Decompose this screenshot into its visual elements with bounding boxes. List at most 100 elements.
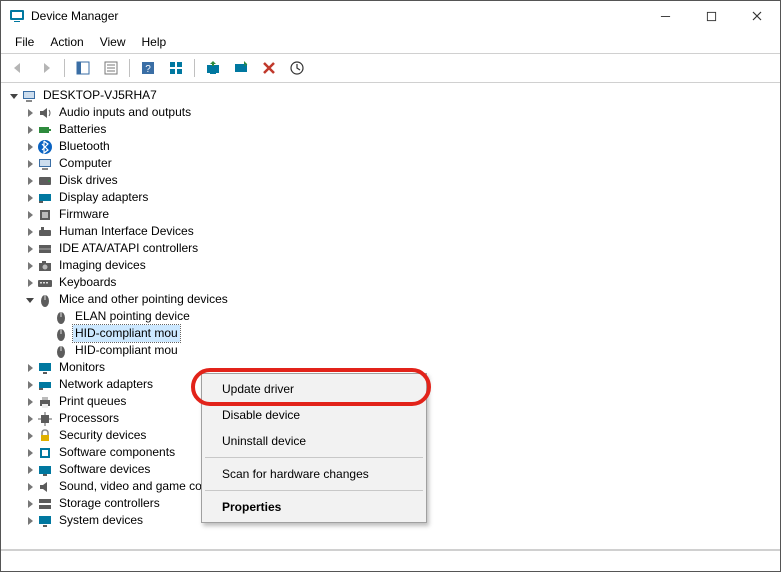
computer-icon: [37, 156, 53, 172]
software-component-icon: [37, 445, 53, 461]
tree-category-hid[interactable]: Human Interface Devices: [5, 223, 780, 240]
show-hide-console-tree-button[interactable]: [70, 56, 96, 80]
context-menu-separator: [205, 457, 423, 458]
expander-closed-icon[interactable]: [23, 429, 37, 443]
context-menu-separator: [205, 490, 423, 491]
mouse-icon: [37, 292, 53, 308]
tree-root[interactable]: DESKTOP-VJ5RHA7: [5, 87, 780, 104]
tree-node-label: ELAN pointing device: [73, 308, 192, 325]
tree-category-bluetooth[interactable]: Bluetooth: [5, 138, 780, 155]
expander-closed-icon[interactable]: [23, 480, 37, 494]
device-manager-window: Device Manager File Action View Help ?: [0, 0, 781, 572]
app-icon: [9, 8, 25, 24]
tree-node-label: HID-compliant mou: [73, 342, 180, 359]
uninstall-device-button[interactable]: [256, 56, 282, 80]
tree-category-imaging[interactable]: Imaging devices: [5, 257, 780, 274]
minimize-button[interactable]: [642, 1, 688, 31]
sound-icon: [37, 479, 53, 495]
help-button[interactable]: ?: [135, 56, 161, 80]
toolbar-separator: [64, 59, 65, 77]
ide-icon: [37, 241, 53, 257]
expander-closed-icon[interactable]: [23, 140, 37, 154]
status-bar: [1, 550, 780, 571]
update-driver-button[interactable]: [200, 56, 226, 80]
expander-closed-icon[interactable]: [23, 395, 37, 409]
expander-closed-icon[interactable]: [23, 361, 37, 375]
tree-node-label: Imaging devices: [57, 257, 148, 274]
tree-category-firmware[interactable]: Firmware: [5, 206, 780, 223]
context-menu-uninstall-device[interactable]: Uninstall device: [204, 428, 424, 454]
computer-icon: [21, 88, 37, 104]
audio-icon: [37, 105, 53, 121]
tree-node-label: Mice and other pointing devices: [57, 291, 230, 308]
window-title: Device Manager: [31, 9, 118, 23]
back-button[interactable]: [5, 56, 31, 80]
tree-category-keyboards[interactable]: Keyboards: [5, 274, 780, 291]
maximize-button[interactable]: [688, 1, 734, 31]
tree-device-elan[interactable]: ELAN pointing device: [5, 308, 780, 325]
mouse-icon: [53, 309, 69, 325]
expander-closed-icon[interactable]: [23, 514, 37, 528]
expander-none: [39, 310, 53, 324]
expander-closed-icon[interactable]: [23, 446, 37, 460]
tree-node-label: Software components: [57, 444, 177, 461]
expander-closed-icon[interactable]: [23, 276, 37, 290]
context-menu-update-driver[interactable]: Update driver: [204, 376, 424, 402]
context-menu-disable-device[interactable]: Disable device: [204, 402, 424, 428]
context-menu-scan-hardware[interactable]: Scan for hardware changes: [204, 461, 424, 487]
tree-node-label: Human Interface Devices: [57, 223, 196, 240]
tree-node-label: Software devices: [57, 461, 152, 478]
expander-closed-icon[interactable]: [23, 106, 37, 120]
properties-button[interactable]: [98, 56, 124, 80]
scan-hardware-changes-button[interactable]: [284, 56, 310, 80]
expander-open-icon[interactable]: [23, 293, 37, 307]
expander-closed-icon[interactable]: [23, 242, 37, 256]
tree-node-label: Monitors: [57, 359, 107, 376]
tree-category-mice[interactable]: Mice and other pointing devices: [5, 291, 780, 308]
menu-action[interactable]: Action: [42, 33, 91, 51]
title-bar: Device Manager: [1, 1, 780, 31]
expander-closed-icon[interactable]: [23, 259, 37, 273]
tree-category-display-adapters[interactable]: Display adapters: [5, 189, 780, 206]
tree-node-label: DESKTOP-VJ5RHA7: [41, 87, 159, 104]
menu-view[interactable]: View: [92, 33, 134, 51]
expander-closed-icon[interactable]: [23, 225, 37, 239]
expander-closed-icon[interactable]: [23, 497, 37, 511]
tree-category-computer[interactable]: Computer: [5, 155, 780, 172]
tree-node-label: Firmware: [57, 206, 111, 223]
expander-closed-icon[interactable]: [23, 412, 37, 426]
expander-closed-icon[interactable]: [23, 157, 37, 171]
tree-category-disk-drives[interactable]: Disk drives: [5, 172, 780, 189]
battery-icon: [37, 122, 53, 138]
expander-closed-icon[interactable]: [23, 191, 37, 205]
disk-icon: [37, 173, 53, 189]
tree-node-label: Bluetooth: [57, 138, 112, 155]
expander-closed-icon[interactable]: [23, 463, 37, 477]
expander-closed-icon[interactable]: [23, 208, 37, 222]
tree-device-hid-mouse[interactable]: HID-compliant mou: [5, 342, 780, 359]
system-device-icon: [37, 513, 53, 529]
keyboard-icon: [37, 275, 53, 291]
tree-node-label: Print queues: [57, 393, 128, 410]
software-device-icon: [37, 462, 53, 478]
tree-category-audio[interactable]: Audio inputs and outputs: [5, 104, 780, 121]
tree-device-hid-mouse-selected[interactable]: HID-compliant mou: [5, 325, 780, 342]
menu-bar: File Action View Help: [1, 31, 780, 53]
tree-node-label: Security devices: [57, 427, 148, 444]
context-menu-properties[interactable]: Properties: [204, 494, 424, 520]
tree-node-label: Computer: [57, 155, 114, 172]
expander-closed-icon[interactable]: [23, 123, 37, 137]
tree-category-batteries[interactable]: Batteries: [5, 121, 780, 138]
close-button[interactable]: [734, 1, 780, 31]
tree-node-label: System devices: [57, 512, 145, 529]
expander-open-icon[interactable]: [7, 89, 21, 103]
expander-closed-icon[interactable]: [23, 174, 37, 188]
disable-device-button[interactable]: [228, 56, 254, 80]
menu-file[interactable]: File: [7, 33, 42, 51]
forward-button[interactable]: [33, 56, 59, 80]
expander-closed-icon[interactable]: [23, 378, 37, 392]
security-icon: [37, 428, 53, 444]
menu-help[interactable]: Help: [134, 33, 175, 51]
list-view-button[interactable]: [163, 56, 189, 80]
tree-category-ide[interactable]: IDE ATA/ATAPI controllers: [5, 240, 780, 257]
